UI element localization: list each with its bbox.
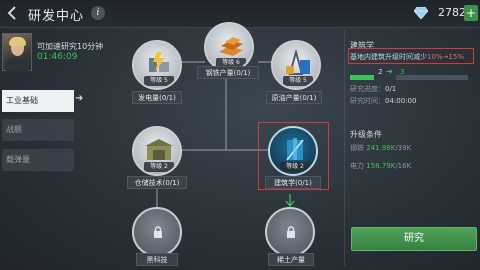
lock-icon [287,226,295,238]
tech-node-blacktech[interactable] [132,207,182,257]
add-gems-button[interactable]: + [464,5,478,21]
tech-label-rareearth: 稀土产量 [268,253,314,266]
requirement-power: 电力 158.79K/16K [350,162,412,170]
research-time-row: 研究时间：04:00:00 [350,97,417,105]
steel-ingot-icon [219,37,243,56]
effect-highlight [348,48,474,64]
tech-label-oil: 原油产量(0/1) [266,91,322,104]
power-plant-icon [149,52,169,72]
requirement-steel: 钢铁 241.98K/39K [350,144,412,152]
level-arrow-icon: ➜ [386,67,393,76]
warehouse-icon [145,139,173,160]
research-button[interactable]: 研究 [351,227,477,251]
tech-label-blacktech: 黑科技 [136,253,178,266]
lock-icon [154,226,162,238]
architecture-icon [286,138,304,161]
tech-node-rareearth[interactable] [265,207,315,257]
level-to: 3 [400,68,405,76]
tech-label-steel: 钢铁产量(0/1) [197,66,259,79]
tech-label-power: 发电量(0/1) [132,91,182,104]
oil-derrick-icon [286,50,310,75]
level-progress: 2 ➜ 3 [350,67,470,80]
tech-node-construction[interactable]: 等级 2 [268,126,318,176]
tech-node-oil[interactable]: 等级 5 [271,40,321,90]
tech-node-steel[interactable]: 等级 6 [204,22,254,72]
tech-label-construction: 建筑学(0/1) [265,176,321,189]
tech-node-storage[interactable]: 等级 2 [132,126,182,176]
gem-count: 2782 [438,6,466,19]
research-progress-row: 研究进度：0/1 [350,85,397,93]
tech-label-storage: 仓储技术(0/1) [127,176,187,189]
diamond-icon [414,7,428,19]
tech-node-power[interactable]: 等级 5 [132,40,182,90]
upgrade-conditions-title: 升级条件 [350,130,382,139]
level-from: 2 [378,68,383,76]
